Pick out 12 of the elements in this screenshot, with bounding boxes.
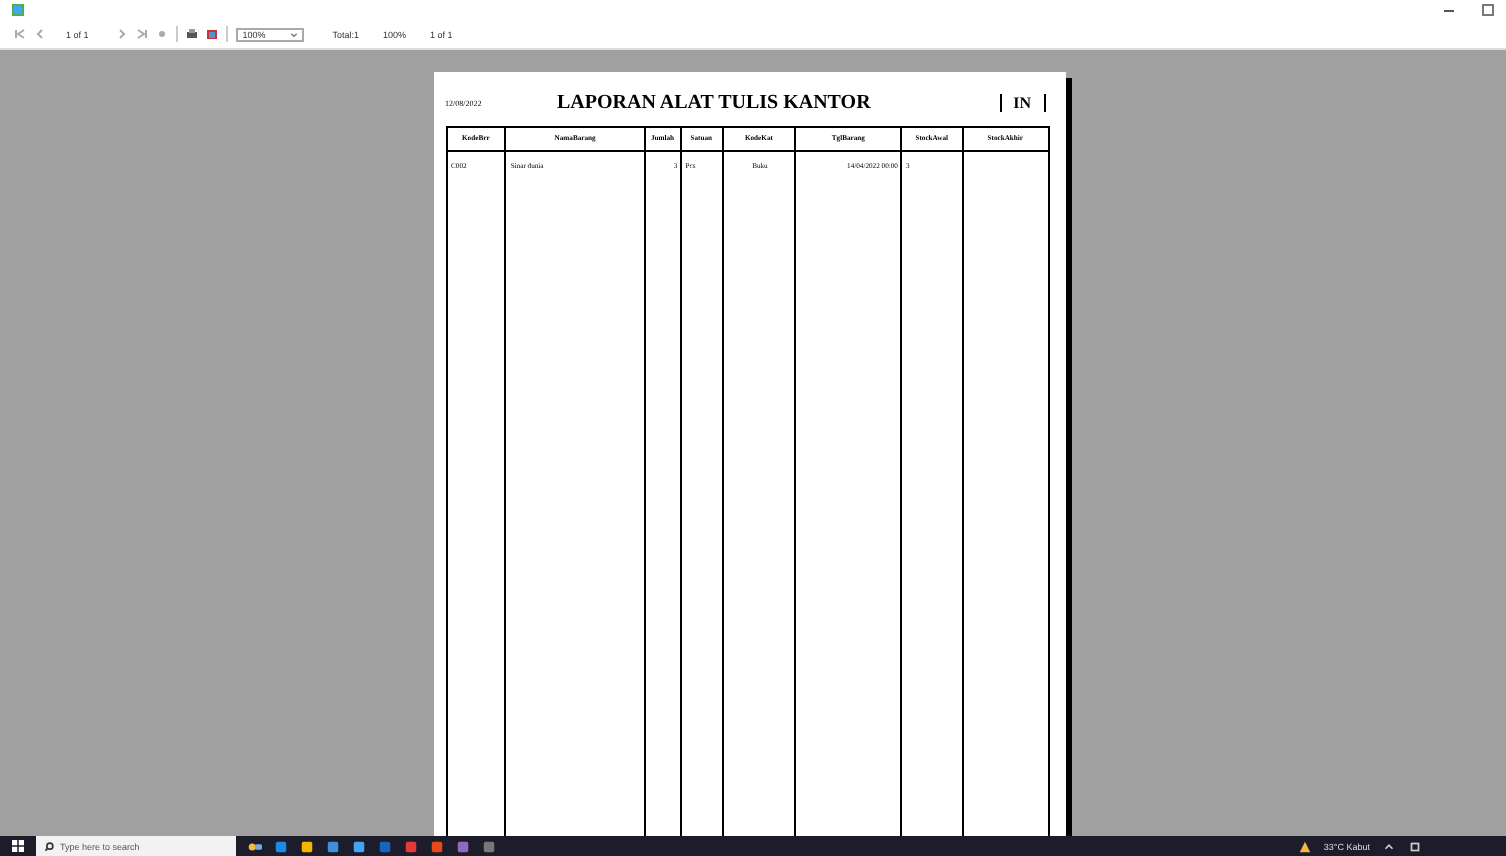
maximize-button[interactable] xyxy=(1482,4,1494,16)
tray-icon[interactable] xyxy=(1382,839,1396,853)
widget-icon[interactable] xyxy=(248,839,262,853)
minimize-button[interactable] xyxy=(1444,9,1454,11)
report-title: LAPORAN ALAT TULIS KANTOR xyxy=(557,91,873,113)
report-badge: IN xyxy=(999,93,1045,111)
caret-icon xyxy=(290,31,299,37)
windows-icon[interactable] xyxy=(12,840,24,852)
print-icon[interactable] xyxy=(186,28,199,40)
export-icon[interactable] xyxy=(206,28,219,40)
app-icon xyxy=(12,4,24,16)
search-icon xyxy=(44,841,54,851)
